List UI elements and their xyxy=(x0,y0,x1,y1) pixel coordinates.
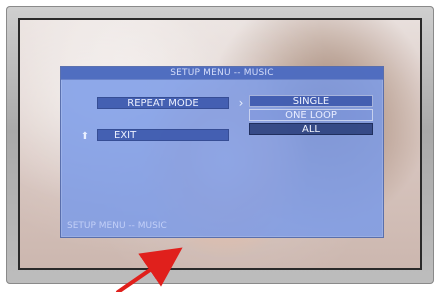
setup-menu-panel: SETUP MENU -- MUSIC REPEAT MODE › SINGLE… xyxy=(60,66,384,238)
option-one-loop[interactable]: ONE LOOP xyxy=(249,109,373,121)
panel-title: SETUP MENU -- MUSIC xyxy=(61,67,383,80)
tv-screen: SETUP MENU -- MUSIC REPEAT MODE › SINGLE… xyxy=(20,20,420,268)
exit-menu-item[interactable]: EXIT xyxy=(97,129,229,141)
up-arrow-icon: ⬆ xyxy=(80,130,90,142)
repeat-mode-options: SINGLE ONE LOOP ALL xyxy=(249,95,373,141)
chevron-right-icon: › xyxy=(238,96,244,110)
repeat-mode-menu-item[interactable]: REPEAT MODE xyxy=(97,97,229,109)
option-single[interactable]: SINGLE xyxy=(249,95,373,107)
option-all[interactable]: ALL xyxy=(249,123,373,135)
panel-footer-text: SETUP MENU -- MUSIC xyxy=(67,221,167,231)
